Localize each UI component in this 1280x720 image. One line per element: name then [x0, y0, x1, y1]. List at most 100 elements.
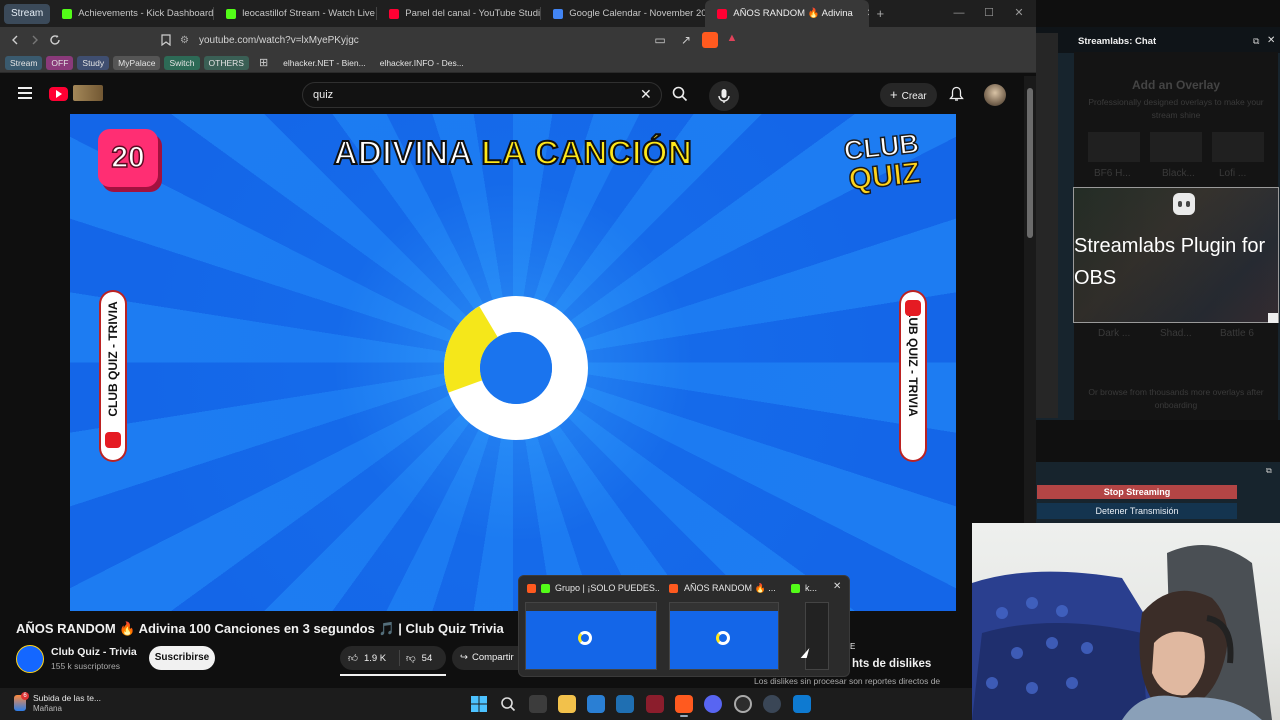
video-player[interactable]: 20 ADIVINA LA CANCIÓN CLUB QUIZ CLUB QUI…	[70, 114, 956, 611]
brave-taskbar-icon[interactable]	[675, 695, 693, 713]
bookmark-link[interactable]: elhacker.NET - Bien...	[278, 56, 371, 70]
rewards-icon[interactable]: ▲	[724, 32, 740, 48]
maximize-icon[interactable]: ☐	[974, 0, 1004, 27]
weather-subtitle: Mañana	[33, 704, 62, 713]
search-input[interactable]: quiz	[302, 82, 662, 108]
kick-icon	[541, 584, 550, 593]
overlay-title-yellow: LA CANCIÓN	[480, 133, 693, 172]
overlay-thumb[interactable]	[1150, 132, 1202, 162]
apps-grid-icon[interactable]: ⊞	[259, 56, 268, 69]
overlay-name: Lofi ...	[1219, 168, 1247, 179]
preview-thumbnail[interactable]	[525, 602, 657, 670]
youtube-logo[interactable]	[49, 87, 68, 101]
new-tab-icon[interactable]: +	[869, 6, 891, 21]
channel-avatar[interactable]	[16, 645, 44, 673]
channel-subscribers: 155 k suscriptores	[51, 661, 120, 671]
bookmark-folder[interactable]: OFF	[46, 55, 74, 70]
overlay-subheading: Professionally designed overlays to make…	[1088, 97, 1264, 120]
channel-name[interactable]: Club Quiz - Trivia	[51, 646, 137, 658]
webcam-scene	[972, 545, 1272, 720]
windows-start-icon[interactable]	[470, 695, 488, 713]
overlay-heading: Add an Overlay	[1131, 78, 1221, 92]
streamlabs-title: Streamlabs: Chat	[1078, 36, 1157, 47]
dislike-button[interactable]: 👎︎ 54	[400, 652, 433, 665]
minimize-icon[interactable]: —	[944, 0, 974, 27]
club-quiz-logo: CLUB QUIZ	[838, 128, 930, 207]
scrollbar-thumb[interactable]	[1027, 88, 1033, 238]
weather-badge: 6	[21, 692, 29, 700]
kick-icon	[791, 584, 800, 593]
file-explorer-icon[interactable]	[558, 695, 576, 713]
discord-icon[interactable]	[704, 695, 722, 713]
calendar-icon	[553, 8, 564, 19]
search-icon[interactable]	[672, 86, 688, 107]
bookmark-folder[interactable]: Study	[77, 55, 110, 70]
dislike-count: 54	[421, 652, 433, 664]
stop-streaming-button[interactable]: Stop Streaming	[1037, 485, 1237, 499]
overlay-name: Battle 6	[1220, 328, 1254, 339]
tab-youtube-video[interactable]: AÑOS RANDOM 🔥 Adivina ✕	[705, 0, 870, 27]
settings-icon[interactable]	[763, 695, 781, 713]
bookmark-folder[interactable]: OTHERS	[203, 55, 249, 70]
close-panel-icon[interactable]: ✕	[1267, 35, 1275, 46]
timer-center	[480, 332, 552, 404]
app-icon[interactable]	[646, 695, 664, 713]
task-view-icon[interactable]	[529, 695, 547, 713]
kick-icon	[62, 8, 73, 19]
like-ratio-bar	[340, 674, 446, 676]
streamlabs-titlebar	[1036, 27, 1280, 53]
bookmark-folder[interactable]: MyPalace	[113, 55, 161, 70]
preview-thumbnail[interactable]	[805, 602, 829, 670]
hamburger-icon[interactable]	[18, 87, 32, 99]
tab-kick-stream[interactable]: leocastillof Stream - Watch Live on K	[214, 0, 378, 27]
search-taskbar-icon[interactable]	[499, 695, 517, 713]
screen: Stream Achievements - Kick Dashboard leo…	[0, 0, 1280, 720]
tab-kick-achievements[interactable]: Achievements - Kick Dashboard	[50, 0, 215, 27]
bookmarks-bar: Stream OFF Study MyPalace Switch OTHERS …	[0, 53, 1036, 73]
close-preview-icon[interactable]: ✕	[833, 581, 841, 592]
share-label: Compartir	[471, 652, 514, 663]
site-info-icon[interactable]: ⚙	[180, 35, 189, 46]
controls-popout-icon[interactable]: ⧉	[1266, 466, 1272, 476]
close-tab-icon[interactable]: ✕	[867, 8, 869, 19]
brave-shield-icon[interactable]	[702, 32, 718, 48]
tab-google-calendar[interactable]: Google Calendar - November 2025	[541, 0, 705, 27]
video-overlay-title: ADIVINA LA CANCIÓN	[70, 133, 956, 172]
bookmark-link[interactable]: elhacker.INFO - Des...	[375, 56, 469, 70]
overlay-thumb[interactable]	[1088, 132, 1140, 162]
overlay-thumb[interactable]	[1212, 132, 1264, 162]
tab-group-label[interactable]: Stream	[4, 3, 51, 24]
avatar[interactable]	[984, 84, 1006, 106]
notifications-icon[interactable]	[949, 86, 964, 107]
video-title: AÑOS RANDOM 🔥 Adivina 100 Canciones en 3…	[16, 621, 504, 636]
vscode-icon[interactable]	[793, 695, 811, 713]
like-button[interactable]: 👍︎ 1.9 K	[340, 650, 400, 666]
obs-icon[interactable]	[734, 695, 752, 713]
bookmark-icon[interactable]	[156, 30, 176, 50]
share-page-icon[interactable]: ↗	[676, 30, 696, 50]
store-icon[interactable]	[587, 695, 605, 713]
back-icon[interactable]	[5, 30, 25, 50]
reload-icon[interactable]	[45, 30, 65, 50]
youtube-mini-icon	[905, 300, 921, 316]
bookmark-folder[interactable]: Stream	[5, 55, 43, 70]
voice-search-icon[interactable]	[709, 81, 739, 111]
tab-youtube-studio[interactable]: Panel del canal - YouTube Studio	[377, 0, 542, 27]
clear-search-icon[interactable]: ✕	[640, 86, 652, 103]
preview-thumbnail[interactable]	[669, 602, 779, 670]
thumbs-up-icon: 👍︎	[348, 653, 358, 664]
create-button[interactable]: + Crear	[880, 83, 937, 107]
popout-icon[interactable]: ⧉	[1253, 36, 1259, 47]
cast-icon[interactable]: ▭	[650, 30, 670, 50]
thumbs-down-icon: 👎︎	[406, 653, 416, 664]
forward-icon[interactable]	[25, 30, 45, 50]
app-icon[interactable]	[616, 695, 634, 713]
bookmark-folder[interactable]: Switch	[164, 55, 200, 70]
stop-broadcast-button[interactable]: Detener Transmisión	[1037, 503, 1237, 519]
subscribe-button[interactable]: Suscribirse	[149, 646, 215, 670]
side-tag-left: CLUB QUIZ - TRIVIA	[101, 292, 125, 460]
close-window-icon[interactable]: ✕	[1004, 0, 1034, 27]
active-indicator	[680, 715, 688, 717]
overlay-name: BF6 H...	[1094, 168, 1131, 179]
overlay-name: Dark ...	[1098, 328, 1131, 339]
